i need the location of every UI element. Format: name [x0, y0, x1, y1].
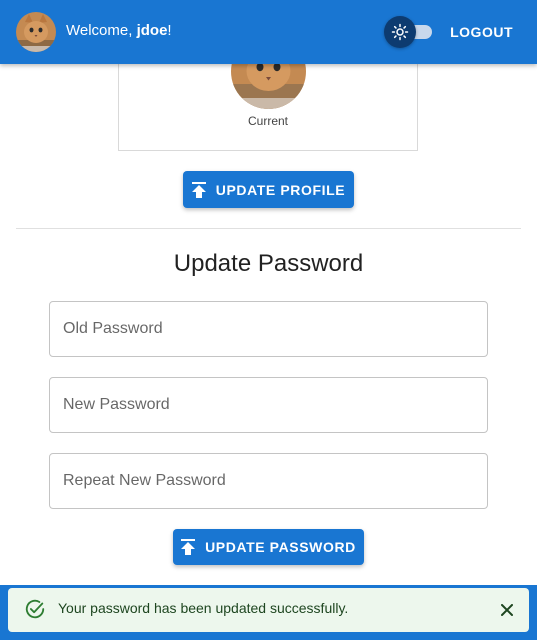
section-divider [16, 228, 521, 229]
username: jdoe [136, 22, 168, 39]
welcome-prefix: Welcome, [66, 22, 137, 39]
update-profile-label: UPDATE PROFILE [215, 181, 346, 198]
welcome-message: Welcome, jdoe! [66, 22, 172, 39]
update-password-title: Update Password [173, 250, 364, 277]
close-icon [501, 604, 513, 616]
profile-picture-caption: Current [247, 114, 288, 128]
update-password-label: UPDATE PASSWORD [205, 539, 356, 555]
new-password-field[interactable] [49, 377, 488, 433]
theme-toggle[interactable] [384, 16, 434, 48]
logout-button[interactable]: LOGOUT [440, 17, 523, 47]
repeat-password-field[interactable] [49, 453, 488, 509]
success-snackbar: Your password has been updated successfu… [8, 588, 529, 632]
close-snackbar-button[interactable] [497, 600, 517, 620]
app-bar: Welcome, jdoe! LOGOUT [0, 0, 537, 64]
check-circle-icon [24, 598, 46, 620]
update-profile-button[interactable]: UPDATE PROFILE [183, 171, 354, 208]
user-avatar[interactable] [16, 12, 56, 52]
snackbar-message: Your password has been updated successfu… [58, 600, 349, 616]
welcome-suffix: ! [167, 22, 172, 39]
old-password-field[interactable] [49, 301, 488, 357]
upload-icon [181, 539, 196, 555]
sun-icon [391, 23, 409, 41]
theme-toggle-thumb[interactable] [384, 16, 416, 48]
upload-icon [191, 181, 206, 198]
update-password-button[interactable]: UPDATE PASSWORD [173, 529, 364, 565]
